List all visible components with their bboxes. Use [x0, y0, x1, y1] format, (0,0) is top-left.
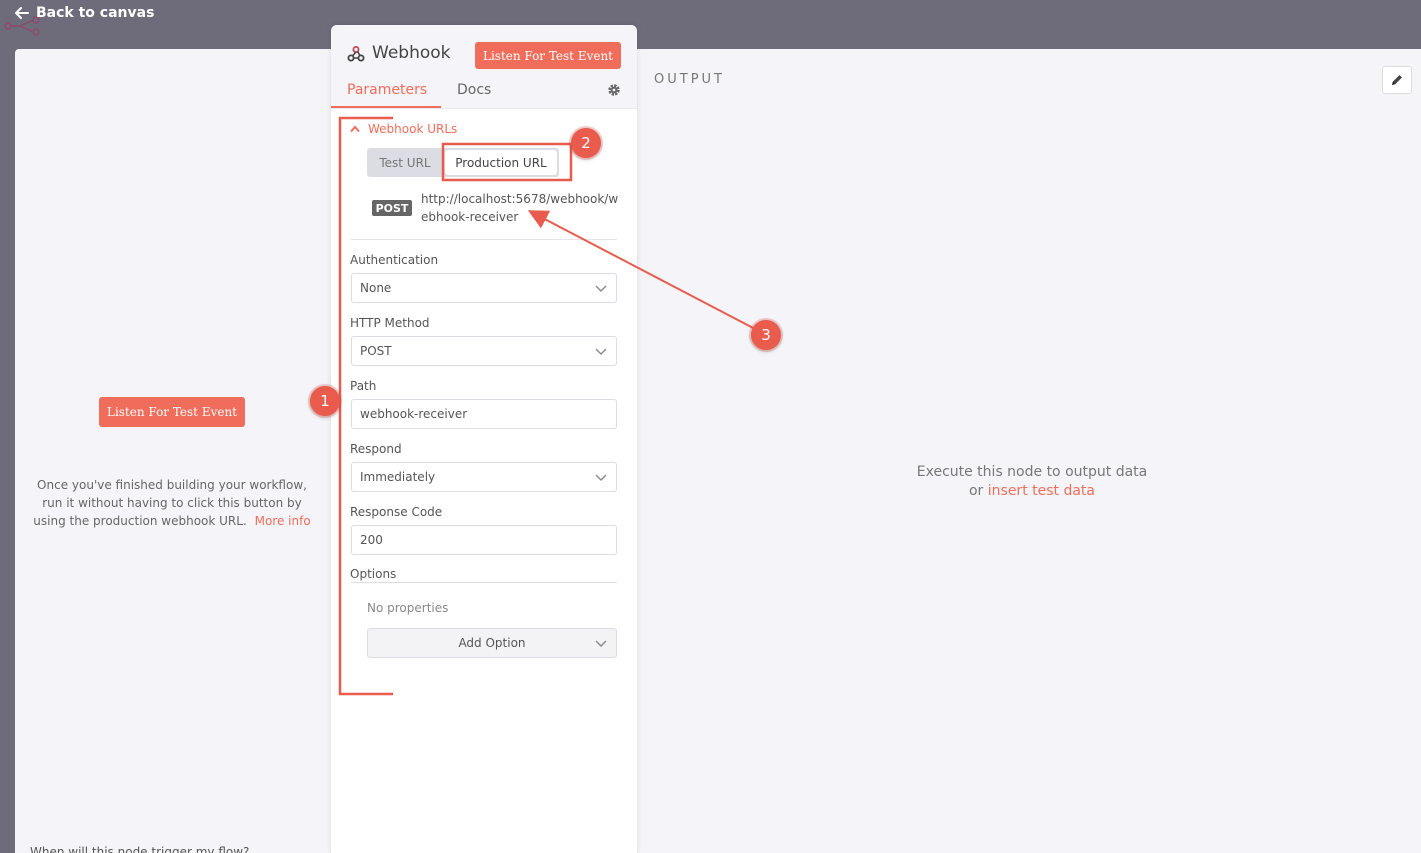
more-info-link[interactable]: More info — [255, 514, 311, 528]
output-or-text: or — [968, 483, 984, 499]
webhook-url-text[interactable]: http://localhost:5678/webhook/webhook-re… — [421, 190, 621, 226]
path-label: Path — [350, 379, 377, 393]
add-option-button[interactable]: Add Option — [367, 628, 617, 658]
chevron-down-icon — [595, 285, 607, 292]
listen-test-event-button-left[interactable]: Listen For Test Event — [99, 397, 245, 427]
trigger-info-collapsible[interactable]: When will this node trigger my flow? — [30, 845, 310, 853]
test-url-tab[interactable]: Test URL — [367, 148, 443, 177]
url-type-switch: Test URL Production URL — [367, 148, 559, 177]
listen-test-event-button[interactable]: Listen For Test Event — [475, 42, 621, 69]
production-url-tab[interactable]: Production URL — [445, 150, 557, 175]
authentication-select[interactable]: None — [351, 273, 617, 303]
respond-select[interactable]: Immediately — [351, 462, 617, 492]
section-divider — [351, 239, 617, 240]
arrow-left-icon — [15, 7, 29, 19]
response-code-input[interactable]: 200 — [351, 525, 617, 555]
path-value: webhook-receiver — [360, 407, 468, 421]
authentication-label: Authentication — [350, 253, 439, 267]
output-title: OUTPUT — [654, 72, 725, 87]
node-title: Webhook — [372, 43, 451, 63]
path-input[interactable]: webhook-receiver — [351, 399, 617, 429]
gear-icon[interactable] — [607, 83, 621, 97]
webhook-urls-title: Webhook URLs — [368, 122, 458, 136]
output-pane: OUTPUT Execute this node to output data … — [636, 49, 1421, 853]
webhook-urls-toggle[interactable]: Webhook URLs — [350, 122, 457, 136]
output-empty-text: Execute this node to output data — [916, 464, 1148, 480]
tab-parameters[interactable]: Parameters — [347, 82, 427, 108]
annotation-badge-3: 3 — [751, 320, 781, 350]
chevron-down-icon — [595, 348, 607, 355]
chevron-down-icon — [595, 474, 607, 481]
response-code-value: 200 — [360, 533, 383, 547]
respond-value: Immediately — [360, 470, 436, 484]
respond-label: Respond — [350, 442, 402, 456]
http-method-label: HTTP Method — [350, 316, 430, 330]
back-to-canvas-link[interactable]: Back to canvas — [14, 5, 154, 21]
output-empty-state: Execute this node to output data or inse… — [892, 463, 1172, 501]
chevron-down-icon — [595, 640, 607, 647]
add-option-label: Add Option — [458, 636, 526, 650]
input-pane: Listen For Test Event Once you've finish… — [15, 49, 335, 853]
insert-test-data-link[interactable]: insert test data — [988, 483, 1095, 499]
edit-output-button[interactable] — [1382, 66, 1412, 94]
authentication-value: None — [360, 281, 392, 295]
http-method-value: POST — [360, 344, 392, 358]
options-label: Options — [350, 567, 397, 581]
chevron-up-icon — [350, 125, 360, 133]
options-divider — [351, 582, 617, 583]
production-help-text: Once you've finished building your workf… — [30, 476, 314, 530]
webhook-icon — [347, 46, 365, 62]
active-tab-underline — [331, 106, 441, 108]
http-method-select[interactable]: POST — [351, 336, 617, 366]
annotation-badge-2: 2 — [571, 128, 601, 158]
panel-header: Webhook Listen For Test Event Parameters… — [331, 25, 637, 109]
pencil-icon — [1392, 75, 1402, 85]
back-to-canvas-label: Back to canvas — [36, 5, 155, 21]
response-code-label: Response Code — [350, 505, 443, 519]
tab-docs[interactable]: Docs — [457, 82, 491, 108]
http-method-badge: POST — [372, 200, 412, 216]
no-properties-text: No properties — [367, 601, 449, 615]
annotation-badge-1: 1 — [310, 386, 340, 416]
